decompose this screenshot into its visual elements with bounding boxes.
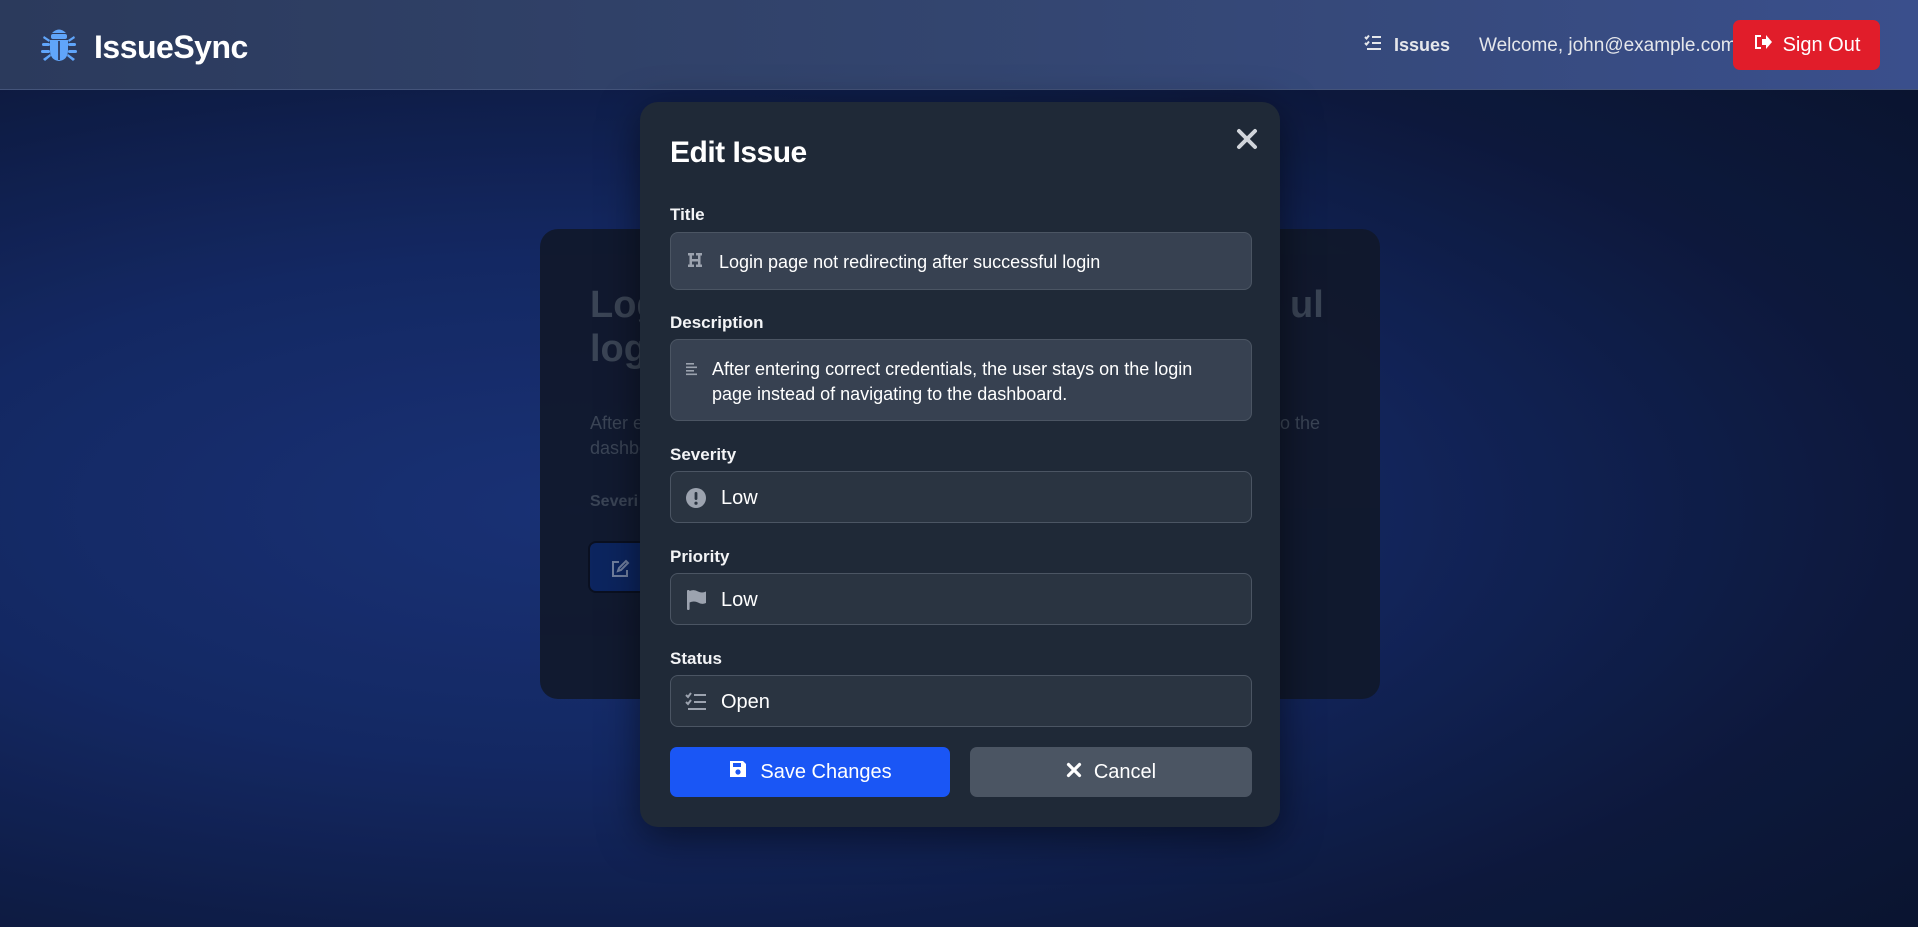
align-left-icon [685,362,699,381]
bug-icon [38,24,80,71]
sign-out-button[interactable]: Sign Out [1733,20,1880,70]
save-changes-label: Save Changes [760,760,892,783]
nav-issues-link[interactable]: Issues [1364,34,1450,57]
priority-select[interactable]: Low [670,573,1252,625]
heading-icon [685,250,705,275]
close-button[interactable] [1232,124,1262,154]
title-label: Title [670,205,705,224]
sign-out-icon [1753,32,1773,58]
list-check-icon [1364,34,1382,57]
floppy-disk-icon [728,759,748,785]
priority-label: Priority [670,547,730,566]
severity-label: Severity [670,445,737,464]
save-changes-button[interactable]: Save Changes [670,747,950,797]
nav-issues-label: Issues [1394,35,1451,55]
brand[interactable]: IssueSync [38,24,248,71]
status-label: Status [670,649,722,668]
top-navbar: IssueSync Issues Welcome, john@example.c… [0,0,1918,90]
status-select[interactable]: Open [670,675,1252,727]
cancel-button[interactable]: Cancel [970,747,1252,797]
close-icon [1237,129,1257,149]
status-value: Open [721,691,770,713]
brand-name: IssueSync [94,29,248,65]
list-check-icon [685,691,707,718]
description-textarea[interactable]: After entering correct credentials, the … [670,339,1252,421]
severity-value: Low [721,487,758,509]
cancel-label: Cancel [1093,760,1157,783]
priority-value: Low [721,589,758,611]
flag-icon [685,589,707,616]
modal-title: Edit Issue [670,136,807,169]
sign-out-label: Sign Out [1782,33,1861,56]
welcome-text: Welcome, john@example.com [1479,35,1737,56]
severity-select[interactable]: Low [670,471,1252,523]
title-input[interactable]: Login page not redirecting after success… [670,232,1252,290]
x-icon [1066,761,1082,784]
description-label: Description [670,313,764,332]
description-value: After entering correct credentials, the … [712,359,1193,404]
exclamation-circle-icon [685,487,707,514]
edit-issue-modal: Edit Issue Title Login page not redirect… [640,102,1280,827]
title-value: Login page not redirecting after success… [719,252,1101,272]
